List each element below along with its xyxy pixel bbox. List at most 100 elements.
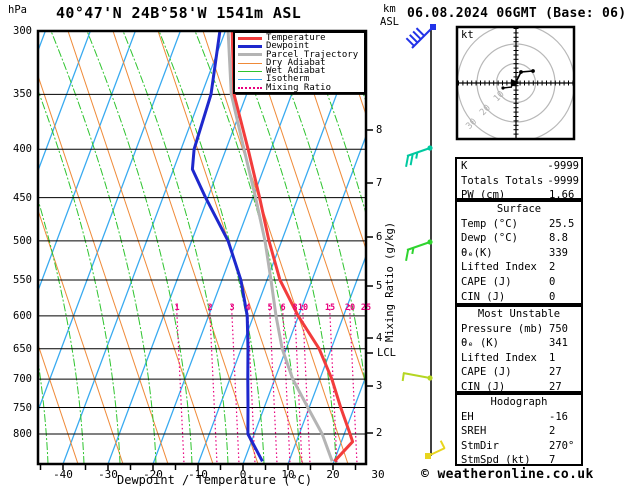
stats-row: θₑ (K) 341 [457,336,581,351]
km-tick-label: 5 [376,280,383,292]
km-tick-label: 4 [376,332,383,344]
stats-row: θₑ(K) 339 [457,246,581,261]
stats-row-label: EH [461,410,474,423]
stats-box-indices: K -9999 Totals Totals -9999 PW (cm) 1.66 [455,157,583,201]
asl-axis-unit: ASL [380,16,399,28]
pressure-tick-label: 750 [13,401,32,414]
dry-adiabat-lines [39,32,365,463]
stats-row-label: Lifted Index [461,261,537,274]
stats-row-label: Temp (°C) [461,217,518,230]
pressure-tick-label: 700 [13,373,32,386]
stats-row-value: 0 [549,275,556,288]
pressure-tick-label: 550 [13,274,32,287]
mixing-ratio-value-label: 15 [324,303,336,313]
stats-row-value: 2 [549,261,556,274]
stats-row: Lifted Index 1 [457,351,581,366]
pressure-tick-label: 400 [13,143,32,156]
stats-box-title: Surface [496,203,542,215]
stats-row-value: 27 [549,366,562,379]
temp-tick-label: -20 [143,468,163,481]
stats-row-label: CAPE (J) [461,366,512,379]
km-tick-label: 8 [376,124,383,136]
stats-row-label: CAPE (J) [461,275,512,288]
stats-row-label: Lifted Index [461,351,537,364]
mixing-ratio-value-label: 1 [174,303,180,313]
stats-row: CAPE (J) 0 [457,275,581,290]
hodograph-ring-label: 20 [478,103,493,118]
stats-row-value: 339 [549,246,568,259]
mixing-ratio-axis-title: Mixing Ratio (g/kg) [384,221,396,342]
stats-row-label: Pressure (mb) [461,322,544,335]
temp-tick-label: 10 [281,468,295,481]
stats-row-value: 2 [549,425,556,438]
stats-row-label: CIN (J) [461,290,506,303]
mixing-ratio-value-label: 2 [207,303,213,313]
mixing-ratio-lines [175,304,365,463]
mixing-ratio-value-label: 4 [245,303,251,313]
temp-tick-label: 20 [326,468,340,481]
legend-line-sample-dewpoint [238,44,262,48]
legend-box: Temperature Dewpoint Parcel Trajectory Dry … [233,31,366,94]
stats-row-value: 341 [549,337,568,350]
hodograph-ring-label: 10 [492,89,507,104]
legend-line-sample-temperature [238,36,262,40]
stats-row-label: Dewp (°C) [461,232,518,245]
stats-row: Pressure (mb) 750 [457,322,581,337]
km-axis-unit: km [383,3,396,15]
legend-item: Mixing Ratio [235,83,364,92]
legend-line-sample-mixing-ratio [238,86,262,89]
lcl-label: LCL [377,347,396,359]
stats-box-most-unstable: Most Unstable Pressure (mb) 750 θₑ (K) 341 Li… [455,305,583,393]
legend-line-sample-wet-adiabat [238,70,262,72]
stats-row: EH -16 [457,410,581,425]
km-tick-label: 3 [376,380,383,392]
skewt-sounding-page: 10 20 30 hPa 40°47'N 24B°58'W 1541m ASL 06… [0,0,629,486]
pressure-tick-label: 650 [13,342,32,355]
pressure-gridlines [39,93,365,435]
copyright-footer: © weatheronline.co.uk [421,467,594,482]
plot-area [39,32,365,463]
mixing-ratio-value-label: 3 [229,303,235,313]
stats-row-value: -9999 [547,160,579,172]
datetime-label: 06.08.2024 06GMT (Base: 06) [407,6,627,21]
wind-barb-4 [425,440,446,459]
pressure-axis-unit: hPa [8,4,27,16]
temp-tick-label: 0 [239,468,247,481]
stats-row-value: 1 [549,351,556,364]
stats-box-title: Most Unstable [477,308,561,320]
pressure-tick-label: 800 [13,428,32,441]
stats-row-value: 8.8 [549,232,568,245]
wind-barb-column [401,24,446,459]
hodograph-ring-label: 30 [464,117,479,132]
stats-row-value: 270° [549,439,575,452]
legend-line-sample-parcel-trajectory [238,53,262,57]
stats-box-title: Hodograph [490,396,548,408]
temp-tick-label: -40 [53,468,73,481]
stats-row-value: 750 [549,322,568,335]
stats-row: CAPE (J) 27 [457,365,581,380]
mixing-ratio-value-label: 20 [344,303,356,313]
stats-box-hodograph: Hodograph EH -16 SREH 2 StmDir 270° StmSpd (kt)… [455,393,583,466]
km-tick-label: 6 [376,231,383,243]
series-dewpoint [190,32,264,463]
hodograph-unit-label: kt [461,29,474,41]
legend-line-sample-isotherm [238,79,262,81]
station-title: 40°47'N 24B°58'W 1541m ASL [56,4,302,22]
hodograph: 102030 [455,25,576,141]
stats-row-label: SREH [461,425,487,438]
stats-row: Lifted Index 2 [457,260,581,275]
temp-tick-label: -30 [98,468,118,481]
stats-row-label: θₑ(K) [461,246,493,259]
legend-line-sample-dry-adiabat [238,62,262,64]
km-tick-label: 2 [376,427,383,439]
wind-barb-2 [405,239,433,261]
stats-row-value: 25.5 [549,217,575,230]
pressure-tick-label: 300 [13,25,32,37]
wind-barb-3 [401,372,433,382]
stats-row: StmSpd (kt) 7 [457,453,581,468]
pressure-tick-label: 350 [13,88,32,101]
stats-row: CIN (J) 0 [457,290,581,305]
stats-row: K -9999 [457,159,581,174]
mixing-ratio-value-label: 10 [297,303,309,313]
km-tick-label: 7 [376,177,383,189]
